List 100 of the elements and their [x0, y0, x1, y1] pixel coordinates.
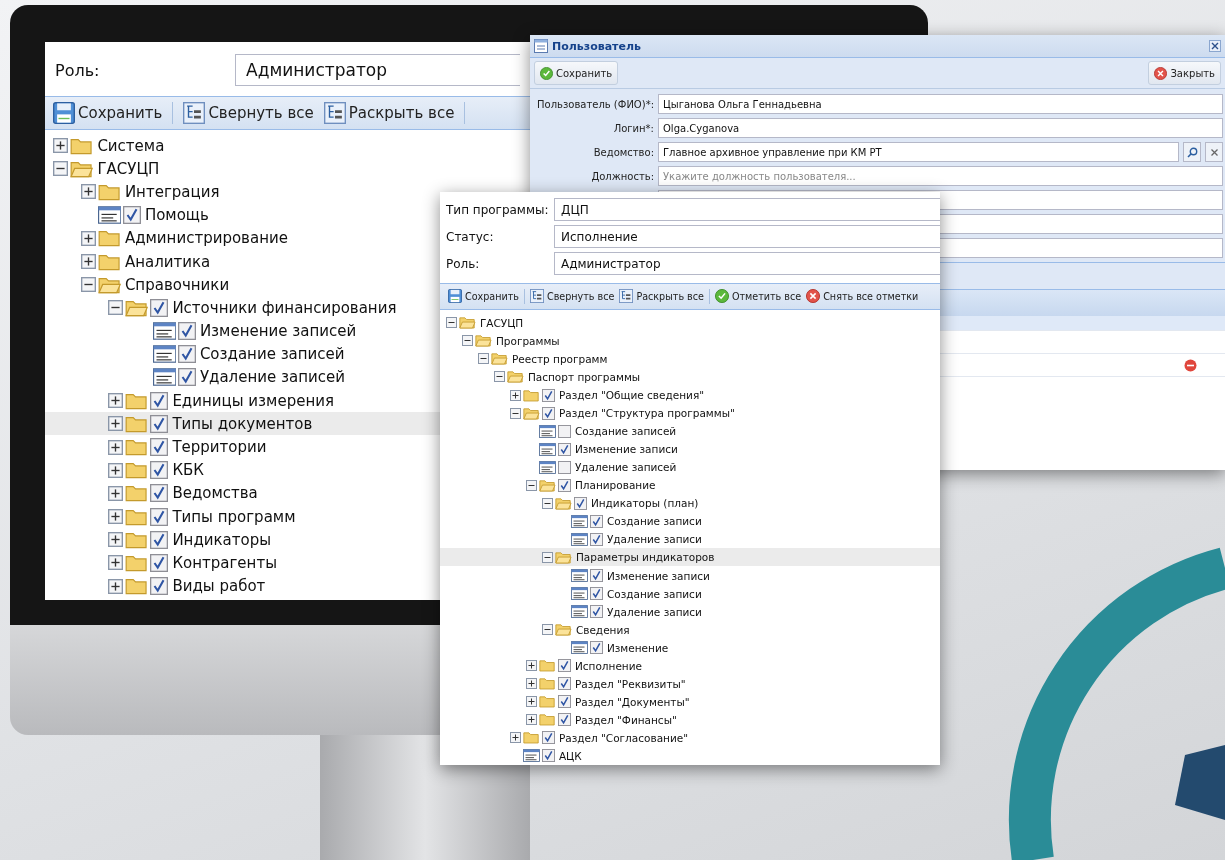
- checkbox[interactable]: [589, 514, 603, 528]
- tree-row[interactable]: Реестр программ: [440, 349, 940, 368]
- collapse-icon[interactable]: [494, 371, 505, 383]
- checkbox[interactable]: [557, 478, 571, 492]
- checkbox[interactable]: [541, 406, 555, 420]
- checkbox[interactable]: [589, 569, 603, 582]
- expand-icon[interactable]: [108, 578, 123, 594]
- tree-row[interactable]: Источники финансирования: [45, 296, 440, 320]
- checkbox[interactable]: [557, 713, 571, 727]
- tree-row[interactable]: Территории: [45, 435, 440, 459]
- toolbar-button[interactable]: Сохранить: [446, 289, 521, 304]
- checkbox[interactable]: [177, 322, 196, 341]
- checkbox[interactable]: [150, 461, 169, 480]
- expand-icon[interactable]: [80, 230, 96, 246]
- tree-row[interactable]: Индикаторы (план): [440, 494, 940, 513]
- tree-row[interactable]: Раздел "Документы": [440, 692, 940, 711]
- checkbox[interactable]: [150, 530, 169, 549]
- tree-row[interactable]: Исполнение: [440, 656, 940, 675]
- tree-row[interactable]: Удаление записи: [440, 530, 940, 549]
- expand-icon[interactable]: [108, 393, 123, 409]
- tree-row[interactable]: Изменение записей: [45, 319, 440, 343]
- expand-icon[interactable]: [526, 678, 537, 690]
- toolbar-button[interactable]: Раскрыть все: [321, 102, 457, 124]
- tree-row[interactable]: Индикаторы: [45, 528, 440, 552]
- tree-row[interactable]: Администрирование: [45, 226, 440, 250]
- tree-row[interactable]: Изменение: [440, 638, 940, 657]
- tree-row[interactable]: Планирование: [440, 476, 940, 495]
- checkbox[interactable]: [557, 442, 571, 456]
- toolbar-button[interactable]: Закрыть: [1148, 61, 1221, 85]
- tree-row[interactable]: Единицы измерения: [45, 389, 440, 413]
- tree-row[interactable]: КБК: [45, 458, 440, 482]
- tree-row[interactable]: Изменение записи: [440, 440, 940, 459]
- tree-row[interactable]: Ведомства: [45, 481, 440, 505]
- checkbox[interactable]: [589, 641, 603, 655]
- checkbox[interactable]: [541, 749, 555, 763]
- collapse-icon[interactable]: [446, 317, 457, 329]
- tree-row[interactable]: Изменение записи: [440, 566, 940, 585]
- input-field[interactable]: Главное архивное управление при КМ РТ: [658, 142, 1179, 162]
- tree-row[interactable]: Создание записи: [440, 512, 940, 531]
- tree-row[interactable]: Параметры индикаторов: [440, 548, 940, 567]
- toolbar-button[interactable]: Отметить все: [712, 289, 804, 304]
- input-field[interactable]: Администратор: [554, 252, 940, 275]
- input-field[interactable]: ДЦП: [554, 198, 940, 221]
- tree-row[interactable]: Типы документов: [45, 412, 440, 436]
- tree-row[interactable]: Создание записей: [440, 422, 940, 441]
- tree-row[interactable]: Система: [45, 134, 440, 158]
- tree-row[interactable]: Аналитика: [45, 249, 440, 274]
- tree-row[interactable]: Удаление записей: [440, 458, 940, 477]
- input-field[interactable]: Исполнение: [554, 225, 940, 248]
- tree-row[interactable]: Программы: [440, 331, 940, 350]
- checkbox[interactable]: [150, 484, 169, 503]
- collapse-icon[interactable]: [542, 551, 553, 563]
- close-icon[interactable]: [1209, 40, 1221, 52]
- expand-icon[interactable]: [526, 660, 537, 672]
- expand-icon[interactable]: [80, 184, 96, 200]
- checkbox[interactable]: [177, 368, 196, 387]
- expand-icon[interactable]: [108, 462, 123, 478]
- toolbar-button[interactable]: Раскрыть все: [617, 289, 706, 304]
- tree-row[interactable]: Сведения: [440, 620, 940, 639]
- tree-row[interactable]: Контрагенты: [45, 551, 440, 575]
- tree-row[interactable]: Удаление записей: [45, 365, 440, 390]
- collapse-icon[interactable]: [53, 161, 68, 177]
- expand-icon[interactable]: [108, 509, 123, 525]
- collapse-icon[interactable]: [510, 407, 521, 419]
- checkbox[interactable]: [557, 659, 571, 673]
- tree-row[interactable]: Создание записей: [45, 342, 440, 366]
- checkbox[interactable]: [557, 695, 571, 709]
- remove-icon[interactable]: [1184, 358, 1197, 372]
- checkbox[interactable]: [150, 577, 169, 596]
- checkbox[interactable]: [150, 391, 169, 410]
- tree-row[interactable]: Удаление записи: [440, 602, 940, 621]
- tree-row[interactable]: Раздел "Финансы": [440, 710, 940, 729]
- checkbox[interactable]: [177, 345, 196, 364]
- collapse-icon[interactable]: [108, 300, 123, 316]
- input-field[interactable]: Укажите должность пользователя...: [658, 166, 1223, 186]
- toolbar-button[interactable]: Сохранить: [51, 102, 165, 124]
- search-button[interactable]: [1183, 142, 1201, 162]
- expand-icon[interactable]: [526, 714, 537, 726]
- tree-row[interactable]: ГАСУЦП: [440, 313, 940, 332]
- checkbox[interactable]: [573, 496, 587, 510]
- expand-icon[interactable]: [80, 254, 96, 270]
- expand-icon[interactable]: [53, 138, 68, 154]
- clear-button[interactable]: [1205, 142, 1223, 162]
- collapse-icon[interactable]: [478, 353, 489, 365]
- checkbox[interactable]: [557, 460, 571, 474]
- checkbox[interactable]: [150, 438, 169, 457]
- expand-icon[interactable]: [108, 439, 123, 455]
- checkbox[interactable]: [541, 388, 555, 402]
- tree-row[interactable]: Справочники: [45, 273, 440, 297]
- input-field[interactable]: Olga.Cyganova: [658, 118, 1223, 138]
- toolbar-button[interactable]: Свернуть все: [527, 289, 617, 304]
- toolbar-button[interactable]: Сохранить: [534, 61, 619, 85]
- expand-icon[interactable]: [108, 485, 123, 501]
- checkbox[interactable]: [541, 731, 555, 745]
- checkbox[interactable]: [557, 424, 571, 438]
- collapse-icon[interactable]: [80, 277, 96, 293]
- input-field[interactable]: Цыганова Ольга Геннадьевна: [658, 94, 1223, 114]
- checkbox[interactable]: [150, 298, 169, 317]
- tree-row[interactable]: Раздел "Общие сведения": [440, 386, 940, 405]
- tree-row[interactable]: Раздел "Реквизиты": [440, 674, 940, 693]
